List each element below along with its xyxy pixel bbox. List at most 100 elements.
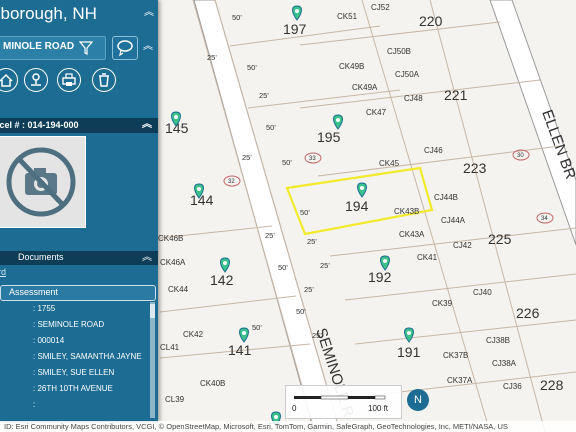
documents-header[interactable]: Documents ︽ — [0, 251, 158, 265]
lasso-select-button[interactable] — [112, 36, 138, 60]
lot-label: CJ44B — [434, 193, 458, 202]
dimension-label: 50' — [282, 158, 292, 167]
assessment-button[interactable]: Assessment — [0, 285, 156, 301]
parcel-number: 142 — [210, 272, 234, 288]
scale-bar-graphic — [294, 395, 386, 400]
property-panel: sborough, NH ︽ MINOLE ROAD ︽ rcel # : 01… — [0, 0, 158, 422]
lot-label: CJ52 — [371, 3, 390, 12]
lasso-icon — [117, 40, 133, 57]
lot-label: CL39 — [165, 395, 185, 404]
attribution-text: ID: Esri Community Maps Contributors, VC… — [4, 422, 508, 431]
assessment-label: Assessment — [9, 287, 59, 297]
parcel-number: 228 — [540, 377, 564, 393]
lot-label: CK49A — [352, 83, 378, 92]
lot-label: CK46A — [160, 258, 186, 267]
circled-number: 30 — [517, 153, 524, 159]
lot-label: CJ36 — [503, 382, 522, 391]
parcel-number: 197 — [283, 21, 307, 37]
dimension-label: 25' — [320, 261, 330, 270]
no-photo-placeholder — [0, 136, 86, 228]
search-value: MINOLE ROAD — [3, 41, 75, 52]
scale-bar: 0 100 ft — [285, 385, 402, 419]
parcel-number: 221 — [444, 87, 468, 103]
filter-icon[interactable] — [79, 41, 93, 55]
panel-scrollbar[interactable] — [150, 302, 155, 418]
lot-label: CK43B — [394, 207, 419, 216]
collapse-chevron-icon[interactable]: ︽ — [142, 253, 152, 263]
circled-number: 33 — [309, 156, 316, 162]
lot-label: CK44 — [168, 285, 189, 294]
lot-label: CK51 — [337, 12, 358, 21]
dimension-label: 50' — [247, 63, 257, 72]
lot-label: CJ44A — [441, 216, 466, 225]
compass-button[interactable]: N — [407, 389, 429, 411]
lot-label: CK49B — [339, 62, 364, 71]
field-value: : SMILEY, SUE ELLEN — [33, 368, 115, 377]
print-button[interactable] — [57, 68, 81, 92]
documents-label: Documents — [18, 252, 64, 262]
scrollbar-thumb[interactable] — [150, 304, 155, 318]
map-attribution: ID: Esri Community Maps Contributors, VC… — [0, 421, 576, 432]
lot-label: CK39 — [432, 299, 453, 308]
field-value: : SEMINOLE ROAD — [33, 320, 105, 329]
circled-number: 32 — [228, 179, 235, 185]
dimension-label: 50' — [252, 323, 262, 332]
home-icon — [0, 73, 13, 87]
printer-icon — [62, 73, 76, 86]
parcel-id-label: rcel # : 014-194-000 — [0, 120, 79, 130]
collapse-chevron-icon[interactable]: ︽ — [144, 8, 154, 18]
field-value: : 000014 — [33, 336, 65, 345]
collapse-chevron-icon[interactable]: ︽ — [142, 120, 152, 130]
person-pin-icon — [31, 73, 41, 86]
dimension-label: 25' — [207, 53, 217, 62]
page-title: sborough, NH — [0, 4, 97, 23]
parcel-number: 194 — [345, 198, 369, 214]
dimension-label: 25' — [307, 237, 317, 246]
lot-label: CJ50B — [387, 47, 411, 56]
parcel-number: 225 — [488, 231, 512, 247]
search-input[interactable]: MINOLE ROAD — [0, 36, 106, 60]
delete-button[interactable] — [92, 68, 116, 92]
parcel-number: 141 — [228, 342, 252, 358]
lot-label: CJ38A — [492, 359, 517, 368]
field-value: : SMILEY, SAMANTHA JAYNE — [33, 352, 142, 361]
parcel-header: rcel # : 014-194-000 ︽ — [0, 118, 158, 133]
lot-label: CK41 — [417, 253, 438, 262]
dimension-label: 50' — [266, 123, 276, 132]
dimension-label: 50' — [300, 208, 310, 217]
lot-label: CK46B — [158, 234, 183, 243]
dimension-label: 50' — [278, 263, 288, 272]
lot-label: CK42 — [183, 330, 204, 339]
lot-label: CJ38B — [486, 336, 510, 345]
circled-number: 34 — [541, 216, 548, 222]
parcel-number: 191 — [397, 344, 421, 360]
lot-label: CJ50A — [395, 70, 420, 79]
lot-label: CK37B — [443, 351, 468, 360]
parcel-number: 223 — [463, 160, 487, 176]
lot-label: CK37A — [447, 376, 473, 385]
lot-label: CK45 — [379, 159, 400, 168]
lot-label: CJ48 — [404, 94, 423, 103]
parcel-number: 220 — [419, 13, 443, 29]
trash-icon — [99, 73, 109, 87]
dimension-label: 25' — [265, 231, 275, 240]
lot-label: CJ40 — [473, 288, 492, 297]
compass-icon: N — [414, 394, 422, 406]
dimension-label: 50' — [296, 307, 306, 316]
dimension-label: 25' — [304, 285, 314, 294]
record-card-link[interactable]: rd — [0, 267, 6, 277]
home-button[interactable] — [0, 68, 18, 92]
lot-label: CJ42 — [453, 241, 472, 250]
collapse-chevron-icon[interactable]: ︽ — [143, 42, 153, 52]
locate-button[interactable] — [24, 68, 48, 92]
scale-min: 0 — [292, 404, 297, 413]
field-value: : — [33, 400, 36, 409]
parcel-number: 226 — [516, 305, 540, 321]
no-photo-icon — [6, 147, 76, 217]
lot-label: CK47 — [366, 108, 387, 117]
field-value: : 26TH 10TH AVENUE — [33, 384, 113, 393]
lot-label: CJ46 — [424, 146, 443, 155]
parcel-number: 195 — [317, 129, 341, 145]
field-value: : 1755 — [33, 304, 56, 313]
lot-label: CL41 — [160, 343, 180, 352]
